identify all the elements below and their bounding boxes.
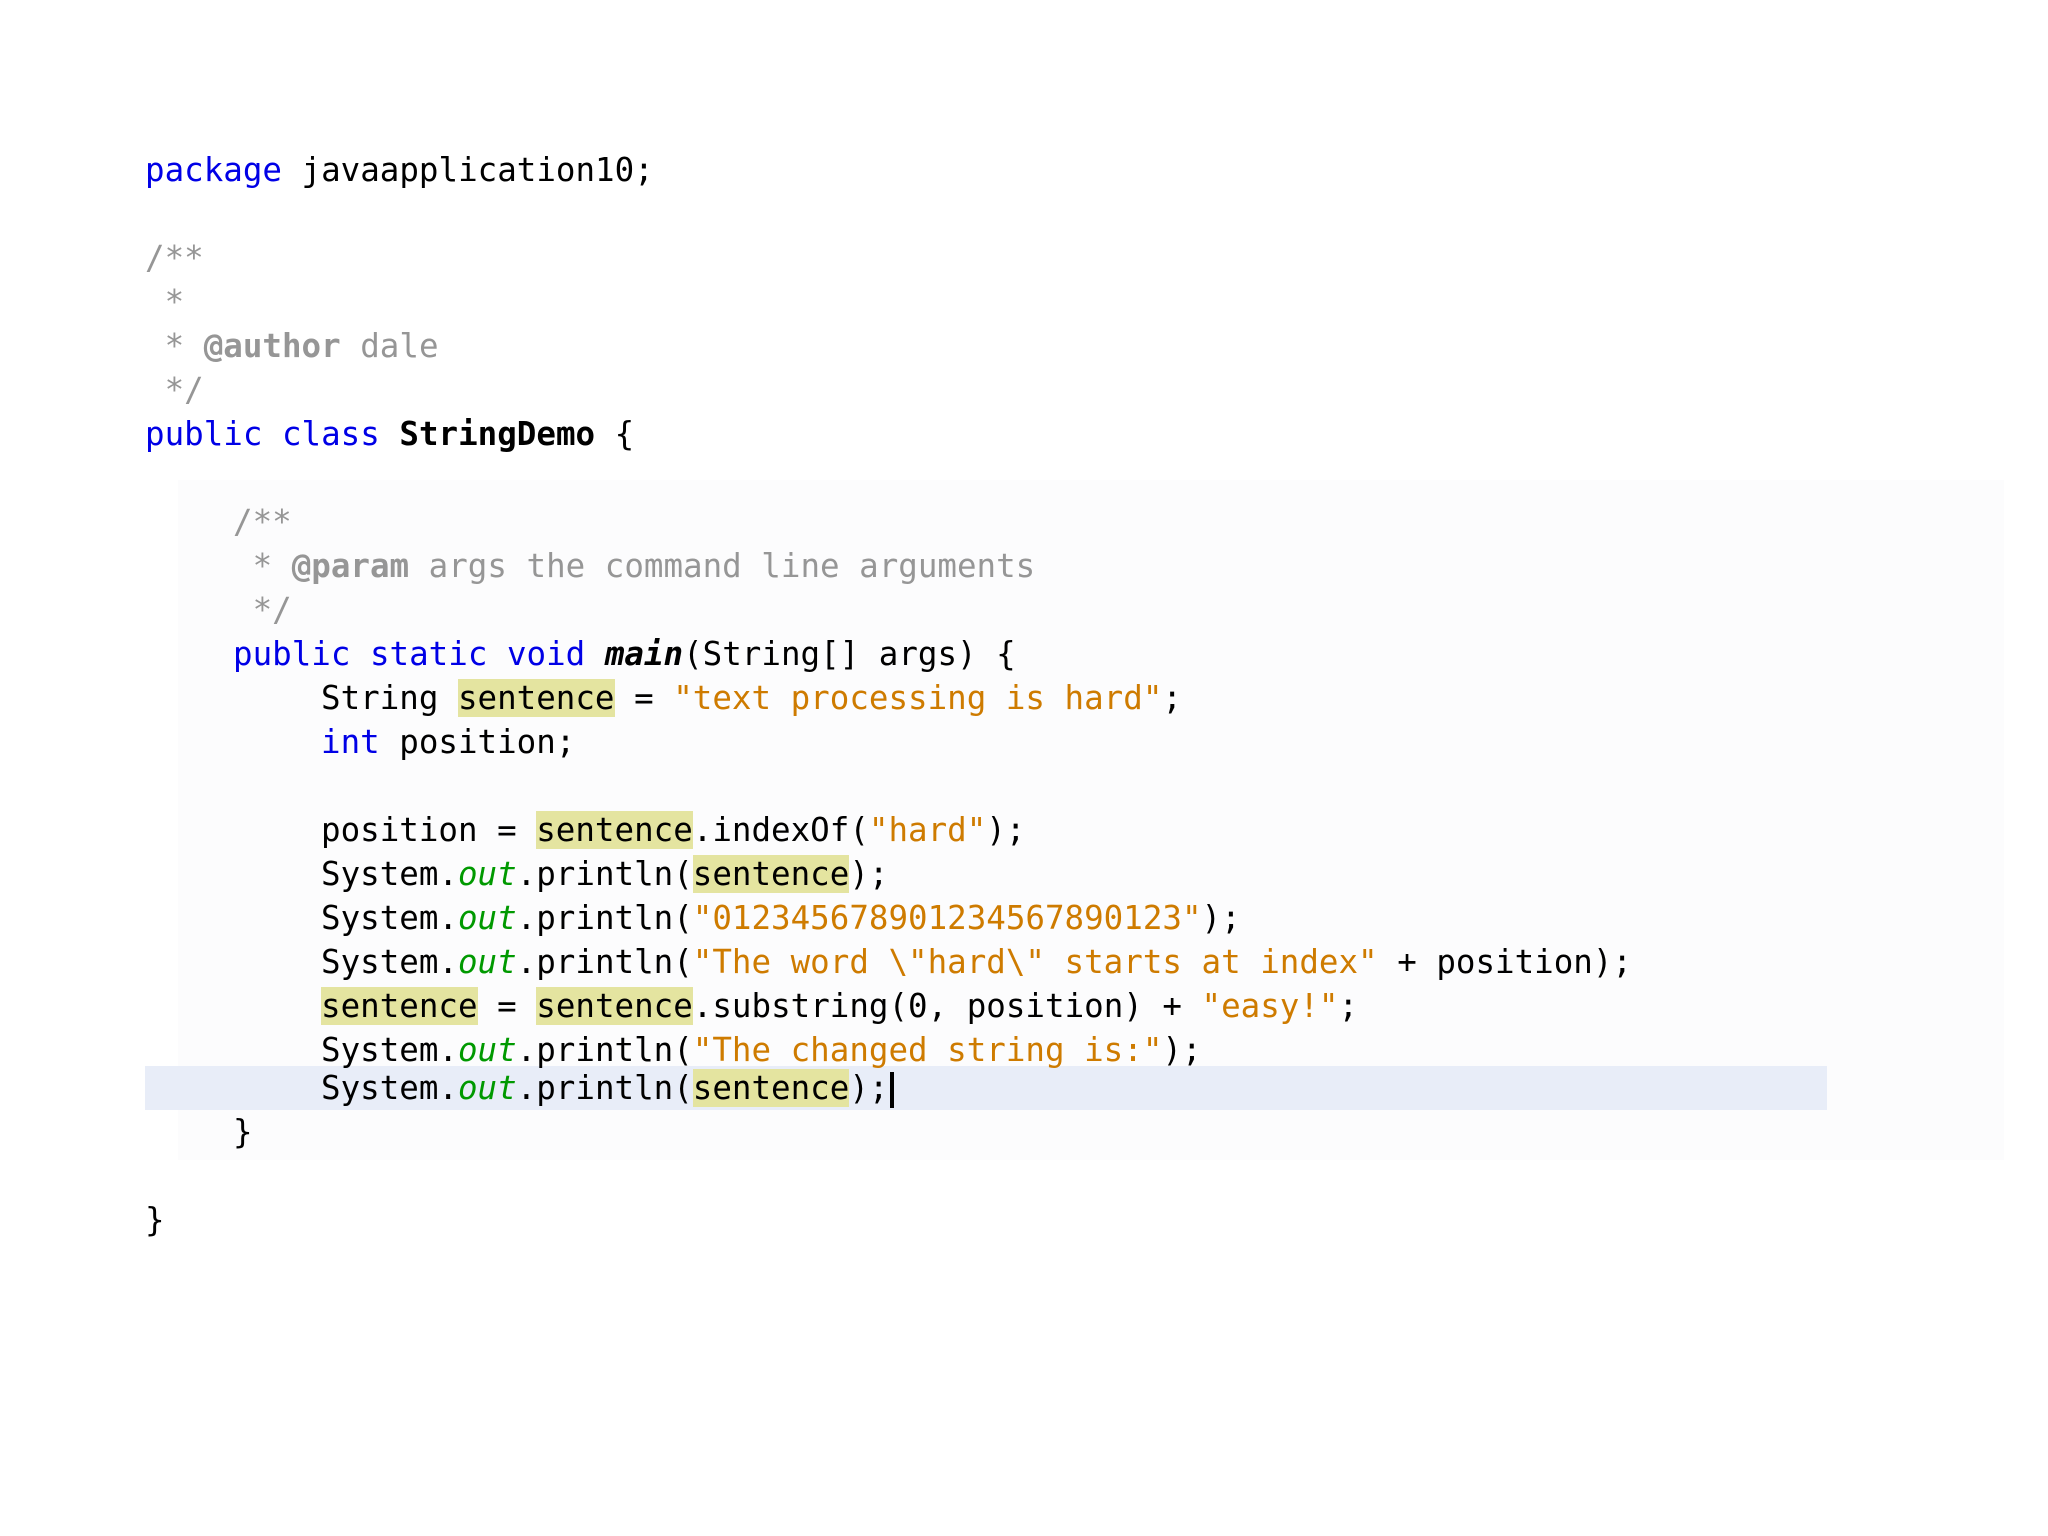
code-line-method-close[interactable]: } <box>233 1110 253 1154</box>
code-editor[interactable]: package javaapplication10; /** * * @auth… <box>0 0 2048 1536</box>
main-signature: (String[] args) { <box>683 635 1016 673</box>
field-out: out <box>457 943 517 981</box>
code-line-println-2[interactable]: System.out.println("01234567890123456789… <box>321 896 1241 940</box>
method-call: .indexOf( <box>692 811 869 849</box>
code-line-println-3[interactable]: System.out.println("The word \"hard\" st… <box>321 940 1632 984</box>
code-line-println-5[interactable]: System.out.println(sentence); <box>321 1066 895 1110</box>
text-caret <box>890 1072 895 1108</box>
semicolon: ; <box>1162 679 1182 717</box>
method-call: .println( <box>516 1031 693 1069</box>
string-literal: "The changed string is:" <box>692 1031 1163 1069</box>
keyword-static: static <box>369 635 488 673</box>
code-line-class-close[interactable]: } <box>145 1198 165 1242</box>
keyword-package: package <box>145 151 282 189</box>
class-name: StringDemo <box>399 415 596 453</box>
type-string: String <box>321 679 458 717</box>
field-out: out <box>457 1069 517 1107</box>
system-class: System. <box>321 899 458 937</box>
call-end: ); <box>849 1069 889 1107</box>
system-class: System. <box>321 1069 458 1107</box>
method-name-main: main <box>604 635 684 673</box>
comment-prefix: * <box>145 327 204 365</box>
code-line-class-decl[interactable]: public class StringDemo { <box>145 412 634 456</box>
code-line-println-1[interactable]: System.out.println(sentence); <box>321 852 888 896</box>
method-call: .substring(0, position) + <box>692 987 1202 1025</box>
string-literal: "hard" <box>868 811 987 849</box>
code-line-javadoc-close[interactable]: */ <box>145 368 204 412</box>
package-name: javaapplication10; <box>281 151 654 189</box>
code-line-sentence-decl[interactable]: String sentence = "text processing is ha… <box>321 676 1182 720</box>
assign-target: position = <box>321 811 537 849</box>
string-literal: "The word \"hard\" starts at index" <box>692 943 1378 981</box>
javadoc-tag-author: @author <box>203 327 341 365</box>
string-literal: "easy!" <box>1201 987 1339 1025</box>
code-line-method-javadoc-close[interactable]: */ <box>233 588 292 632</box>
string-literal: "012345678901234567890123" <box>692 899 1202 937</box>
keyword-public: public <box>145 415 263 453</box>
call-end: ); <box>849 855 889 893</box>
string-literal: "text processing is hard" <box>673 679 1163 717</box>
var-sentence-highlight: sentence <box>692 855 850 893</box>
code-line-javadoc-star[interactable]: * <box>145 280 185 324</box>
keyword-class: class <box>281 415 380 453</box>
code-line-method-javadoc-open[interactable]: /** <box>233 500 292 544</box>
comment-prefix: * <box>233 547 292 585</box>
open-brace: { <box>595 415 635 453</box>
call-end: + position); <box>1377 943 1632 981</box>
author-name: dale <box>340 327 439 365</box>
var-sentence-highlight: sentence <box>457 679 615 717</box>
code-line-javadoc-author[interactable]: * @author dale <box>145 324 439 368</box>
code-line-method-javadoc-param[interactable]: * @param args the command line arguments <box>233 544 1036 588</box>
method-call: .println( <box>516 899 693 937</box>
code-line-package[interactable]: package javaapplication10; <box>145 148 654 192</box>
param-description: args the command line arguments <box>409 547 1036 585</box>
var-position: position; <box>379 723 576 761</box>
var-sentence-highlight: sentence <box>321 987 478 1025</box>
code-line-indexof[interactable]: position = sentence.indexOf("hard"); <box>321 808 1025 852</box>
assign-op: = <box>614 679 674 717</box>
keyword-int: int <box>321 723 380 761</box>
keyword-void: void <box>506 635 586 673</box>
javadoc-tag-param: @param <box>291 547 410 585</box>
code-line-main-decl[interactable]: public static void main(String[] args) { <box>233 632 1016 676</box>
keyword-public: public <box>233 635 351 673</box>
assign-op: = <box>477 987 537 1025</box>
system-class: System. <box>321 855 458 893</box>
code-line-javadoc-open[interactable]: /** <box>145 236 204 280</box>
field-out: out <box>457 1031 517 1069</box>
call-end: ); <box>1201 899 1241 937</box>
field-out: out <box>457 899 517 937</box>
semicolon: ; <box>1338 987 1359 1025</box>
field-out: out <box>457 855 517 893</box>
var-sentence-highlight: sentence <box>536 987 693 1025</box>
var-sentence-highlight: sentence <box>692 1069 850 1107</box>
var-sentence-highlight: sentence <box>536 811 693 849</box>
call-end: ); <box>1162 1031 1202 1069</box>
system-class: System. <box>321 1031 458 1069</box>
method-call: .println( <box>516 855 693 893</box>
method-call: .println( <box>516 1069 693 1107</box>
code-line-position-decl[interactable]: int position; <box>321 720 575 764</box>
code-line-substring[interactable]: sentence = sentence.substring(0, positio… <box>321 984 1358 1028</box>
call-end: ); <box>986 811 1026 849</box>
system-class: System. <box>321 943 458 981</box>
method-call: .println( <box>516 943 693 981</box>
